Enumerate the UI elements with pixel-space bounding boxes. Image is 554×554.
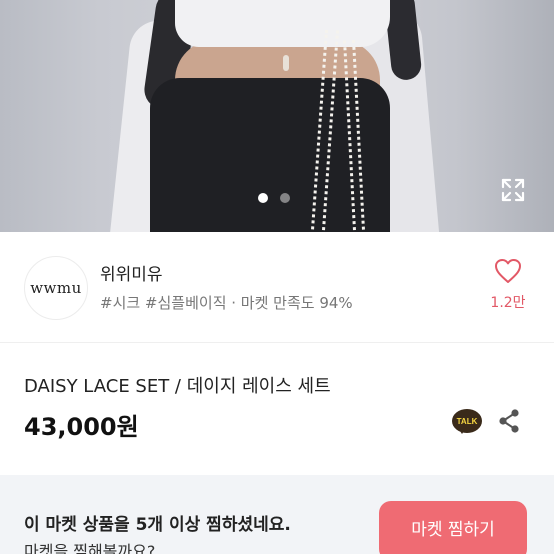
follow-market-button[interactable]: 마켓 찜하기 <box>379 501 527 554</box>
talk-label: TALK <box>456 416 478 426</box>
product-price: 43,000원 <box>24 413 139 441</box>
shop-name[interactable]: 위위미유 <box>100 260 163 285</box>
carousel-dot-1[interactable] <box>258 193 268 203</box>
shop-like-button[interactable]: 1.2만 <box>480 258 536 312</box>
banner-message: 이 마켓 상품을 5개 이상 찜하셨네요. <box>24 515 291 535</box>
kakaotalk-icon[interactable]: TALK <box>452 409 482 435</box>
shop-logo[interactable]: wwmu <box>24 256 88 320</box>
heart-icon <box>495 259 521 283</box>
product-image-carousel[interactable] <box>0 0 554 232</box>
share-icon[interactable] <box>496 408 522 434</box>
shop-tags-satisfaction: #시크 #심플베이직 · 마켓 만족도 94% <box>100 294 353 312</box>
talk-bubble: TALK <box>452 409 482 433</box>
banner-question: 마켓을 찜해볼까요? <box>24 542 156 554</box>
talk-bubble-tail <box>458 428 466 434</box>
carousel-dot-2[interactable] <box>280 193 290 203</box>
carousel-indicator <box>258 193 290 203</box>
shop-logo-text: wwmu <box>30 279 82 297</box>
like-count: 1.2만 <box>490 295 526 311</box>
photo-detail <box>283 55 289 71</box>
expand-icon[interactable] <box>500 177 526 203</box>
shop-info-row[interactable]: wwmu 위위미유 #시크 #심플베이직 · 마켓 만족도 94% 1.2만 <box>0 232 554 342</box>
photo-detail <box>175 0 390 47</box>
divider <box>0 342 554 343</box>
market-follow-banner: 이 마켓 상품을 5개 이상 찜하셨네요. 마켓을 찜해볼까요? 마켓 찜하기 <box>0 475 554 554</box>
product-title: DAISY LACE SET / 데이지 레이스 세트 <box>24 376 331 397</box>
